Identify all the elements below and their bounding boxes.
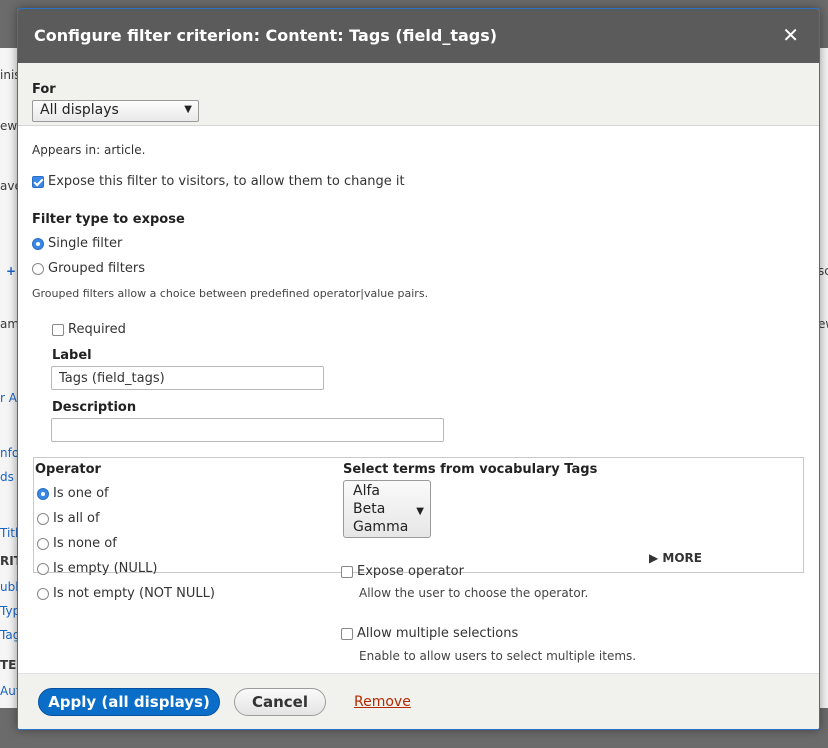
operator-is-none-of-label[interactable]: Is none of: [53, 536, 117, 551]
backdrop-text: ds: [0, 470, 14, 484]
single-filter-label[interactable]: Single filter: [48, 236, 122, 251]
grouped-filters-radio[interactable]: [32, 263, 44, 275]
triangle-down-icon: ▼: [416, 506, 424, 517]
grouped-filters-label[interactable]: Grouped filters: [48, 261, 145, 276]
operator-heading: Operator: [35, 462, 101, 477]
required-checkbox[interactable]: [52, 324, 64, 336]
operator-is-all-of-label[interactable]: Is all of: [53, 511, 100, 526]
for-select[interactable]: All displays ▼: [32, 100, 199, 122]
backdrop-text: ew: [0, 119, 18, 133]
terms-select[interactable]: Alfa Beta Gamma ▼: [343, 480, 431, 538]
backdrop-text: TE: [0, 658, 17, 672]
operator-is-all-of-radio[interactable]: [37, 513, 49, 525]
operator-is-empty-radio[interactable]: [37, 563, 49, 575]
terms-heading: Select terms from vocabulary Tags: [343, 462, 598, 477]
more-toggle[interactable]: ▶ MORE: [649, 551, 702, 565]
expose-filter-checkbox[interactable]: [32, 176, 44, 188]
grouped-filters-help: Grouped filters allow a choice between p…: [32, 287, 429, 300]
required-label[interactable]: Required: [68, 322, 126, 337]
operator-is-none-of-radio[interactable]: [37, 538, 49, 550]
for-select-value: All displays: [40, 102, 119, 118]
cancel-button[interactable]: Cancel: [234, 688, 326, 716]
description-input[interactable]: [51, 418, 444, 442]
allow-multiple-help: Enable to allow users to select multiple…: [359, 649, 637, 663]
close-icon[interactable]: ✕: [782, 23, 799, 47]
triangle-down-icon: ▼: [184, 104, 192, 115]
apply-button[interactable]: Apply (all displays): [38, 688, 220, 716]
filter-dialog: Configure filter criterion: Content: Tag…: [17, 8, 820, 730]
operator-is-one-of-label[interactable]: Is one of: [53, 486, 109, 501]
label-field-label: Label: [52, 348, 92, 363]
allow-multiple-checkbox[interactable]: [341, 628, 353, 640]
remove-link[interactable]: Remove: [354, 694, 411, 710]
allow-multiple-label[interactable]: Allow multiple selections: [357, 626, 518, 641]
filter-type-heading: Filter type to expose: [32, 212, 185, 227]
terms-option[interactable]: Gamma: [353, 519, 408, 535]
for-label: For: [32, 82, 56, 97]
operator-is-not-empty-label[interactable]: Is not empty (NOT NULL): [53, 586, 215, 601]
appears-in-text: Appears in: article.: [32, 143, 146, 157]
terms-option[interactable]: Alfa: [353, 483, 380, 499]
dialog-title: Configure filter criterion: Content: Tag…: [34, 26, 498, 45]
for-section: For All displays ▼: [18, 63, 819, 126]
dialog-titlebar: Configure filter criterion: Content: Tag…: [18, 9, 819, 63]
expose-filter-label[interactable]: Expose this filter to visitors, to allow…: [48, 174, 405, 189]
backdrop-text: +: [6, 264, 17, 278]
description-field-label: Description: [52, 400, 137, 415]
expose-operator-help: Allow the user to choose the operator.: [359, 586, 589, 600]
single-filter-radio[interactable]: [32, 238, 44, 250]
dialog-footer: Apply (all displays) Cancel Remove: [18, 673, 819, 729]
operator-is-not-empty-radio[interactable]: [37, 588, 49, 600]
operator-is-empty-label[interactable]: Is empty (NULL): [53, 561, 157, 576]
terms-option[interactable]: Beta: [353, 501, 385, 517]
expose-operator-label[interactable]: Expose operator: [357, 564, 464, 579]
operator-is-one-of-radio[interactable]: [37, 488, 49, 500]
label-input[interactable]: [51, 366, 324, 390]
expose-operator-checkbox[interactable]: [341, 566, 353, 578]
